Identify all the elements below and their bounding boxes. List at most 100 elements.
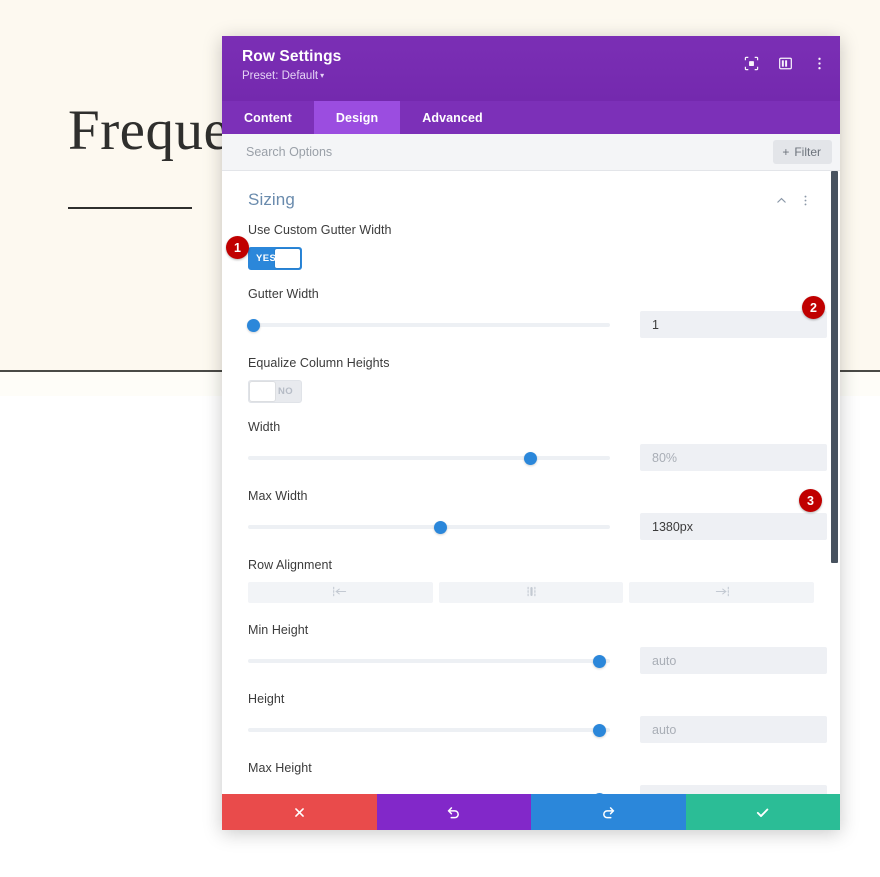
section-sizing-header: Sizing [248,171,814,223]
section-more-vertical-icon[interactable] [796,191,814,209]
slider-track [248,322,610,327]
input-width[interactable] [640,444,827,471]
preset-label: Preset: Default [242,70,319,82]
chevron-up-icon[interactable] [772,191,790,209]
section-title: Sizing [248,190,295,209]
field-label: Height [248,692,285,706]
save-button[interactable] [685,794,840,830]
more-vertical-icon[interactable] [810,54,828,72]
callout-badge-1: 1 [226,236,249,259]
undo-icon [446,805,461,820]
align-left-icon [332,584,349,602]
search-input[interactable] [246,145,774,159]
field-row [248,785,827,794]
preset-selector[interactable]: Preset: Default ▾ [242,68,824,85]
modal-header: Row Settings Preset: Default ▾ [222,36,840,101]
search-row: + Filter [222,134,840,171]
callout-badge-3: 3 [799,489,822,512]
field-max-height: Max Height [248,761,827,794]
scrollbar-thumb[interactable] [831,171,838,563]
input-gutter-width[interactable] [640,311,827,338]
settings-scroll-area: Sizing Use Custom Gutter Width YES Gutte… [222,171,840,794]
slider-handle[interactable] [433,520,447,534]
slider-handle[interactable] [247,318,261,332]
slider-min-height[interactable] [248,654,610,668]
align-right-icon [713,584,730,602]
slider-handle[interactable] [593,792,607,794]
field-row [248,513,827,540]
input-max-height[interactable] [640,785,827,794]
slider-width[interactable] [248,451,610,465]
align-right-button[interactable] [629,582,815,603]
align-center-icon [523,584,540,602]
filter-button-label: Filter [794,145,821,159]
field-equalize-column-heights: Equalize Column Heights NO [248,356,814,403]
toggle-label: YES [256,253,277,264]
slider-track [248,658,610,663]
layout-panel-icon[interactable] [776,54,794,72]
field-height: Height [248,692,827,743]
page-heading-divider [68,207,192,209]
tab-advanced[interactable]: Advanced [400,101,505,134]
cancel-button[interactable] [222,794,377,830]
modal-tabs: Content Design Advanced [222,101,840,134]
close-icon [293,806,306,819]
tab-design[interactable]: Design [313,101,401,134]
field-label: Width [248,420,281,434]
field-gutter-width: Gutter Width [247,287,827,338]
modal-body: Sizing Use Custom Gutter Width YES Gutte… [222,171,840,794]
field-label: Gutter Width [248,287,319,301]
input-max-width[interactable] [640,513,827,540]
row-alignment-group [248,582,815,603]
field-label: Max Width [248,489,308,503]
chevron-down-icon: ▾ [320,71,325,80]
filter-button[interactable]: + Filter [773,140,832,164]
input-min-height[interactable] [640,647,827,674]
undo-button[interactable] [376,794,531,830]
align-center-button[interactable] [438,582,624,603]
check-icon [755,805,770,820]
slider-track [248,524,610,529]
field-label: Max Height [248,761,312,775]
plus-icon: + [782,145,790,159]
header-icon-group [742,54,828,72]
align-left-button[interactable] [248,582,433,603]
field-width: Width [248,420,827,471]
toggle-use-custom-gutter-width[interactable]: YES [248,247,302,270]
field-row: NO [248,380,814,403]
field-label: Min Height [248,623,309,637]
field-row: YES [248,247,814,270]
slider-height[interactable] [248,723,610,737]
field-min-height: Min Height [248,623,827,674]
slider-handle[interactable] [593,654,607,668]
modal-footer [222,794,840,830]
focus-target-icon[interactable] [742,54,760,72]
redo-icon [601,805,616,820]
field-use-custom-gutter-width: Use Custom Gutter Width YES [248,223,814,270]
modal-title: Row Settings [242,48,342,65]
redo-button[interactable] [531,794,686,830]
toggle-knob [250,382,275,401]
row-settings-modal: Row Settings Preset: Default ▾ Content D… [222,36,840,830]
slider-max-height[interactable] [248,792,610,794]
field-max-width: Max Width [248,489,827,540]
field-row-alignment: Row Alignment [248,558,815,603]
slider-track [248,455,610,460]
slider-max-width[interactable] [248,520,610,534]
field-label: Row Alignment [248,558,333,572]
toggle-label: NO [277,386,293,397]
toggle-knob [275,249,300,268]
field-label: Use Custom Gutter Width [248,223,392,237]
slider-handle[interactable] [593,723,607,737]
field-label: Equalize Column Heights [248,356,390,370]
toggle-equalize-column-heights[interactable]: NO [248,380,302,403]
field-row [248,444,827,471]
field-row [248,716,827,743]
field-row [248,647,827,674]
slider-handle[interactable] [524,451,538,465]
vertical-scrollbar[interactable] [830,171,838,794]
slider-gutter-width[interactable] [247,318,610,332]
field-row [247,311,827,338]
tab-content[interactable]: Content [222,101,314,134]
input-height[interactable] [640,716,827,743]
